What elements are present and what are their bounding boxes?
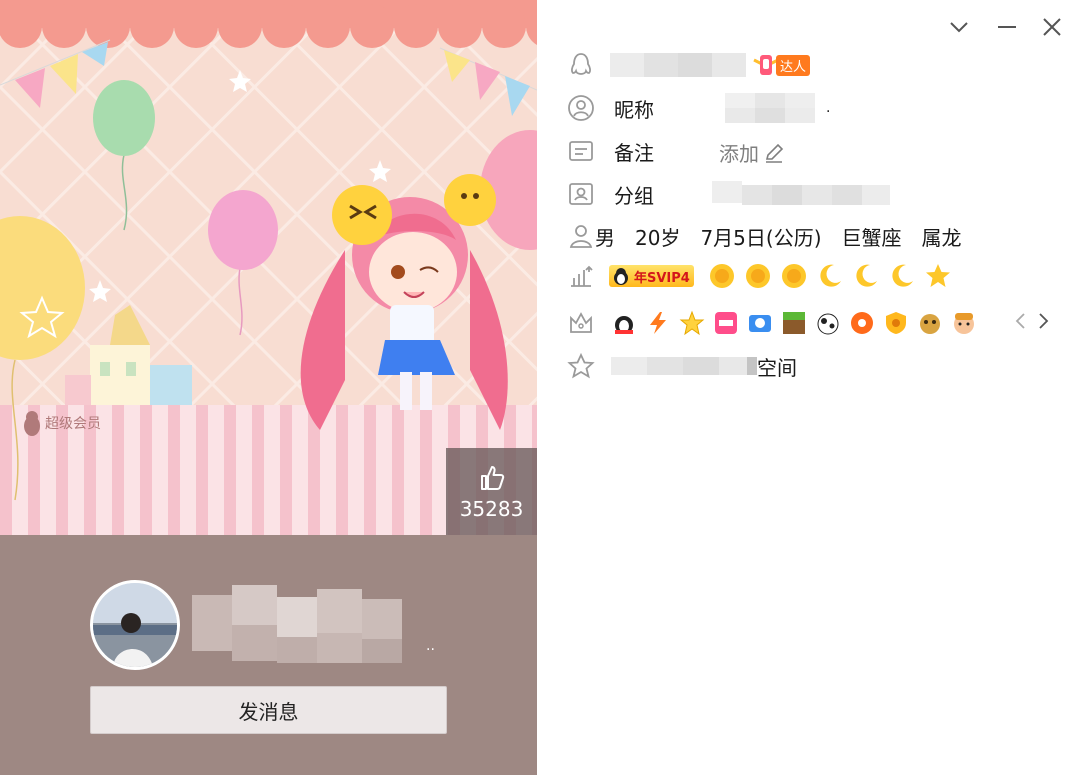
qzone-label: 空间 xyxy=(757,355,797,380)
star-icon xyxy=(925,264,950,287)
like-button[interactable]: 35283 xyxy=(446,448,537,535)
group-label: 分组 xyxy=(614,183,654,208)
svip-label: 年SVIP4 xyxy=(634,270,690,286)
age: 20岁 xyxy=(635,225,681,250)
account-row: 达人 xyxy=(567,47,811,83)
lightning-icon[interactable] xyxy=(645,310,671,336)
qzone-owner-mosaic xyxy=(611,357,757,375)
pet-icon[interactable] xyxy=(917,310,943,336)
profile-card: .. 发消息 xyxy=(0,535,537,775)
badges-row xyxy=(567,305,985,341)
chevron-right-icon[interactable] xyxy=(1034,310,1052,332)
expert-badge[interactable]: 达人 xyxy=(752,52,811,78)
nickname-overflow: . xyxy=(826,100,831,116)
service-badges xyxy=(611,310,985,336)
note-icon xyxy=(569,141,593,161)
like-count: 35283 xyxy=(459,497,524,521)
penguin-icon[interactable] xyxy=(611,310,637,336)
camera-icon[interactable] xyxy=(747,310,773,336)
moon-icon xyxy=(892,264,913,287)
contact-card-icon xyxy=(569,183,593,205)
moon-icon xyxy=(820,264,841,287)
profile-cover-panel: 超级会员 35283 .. 发消息 xyxy=(0,0,537,775)
super-member-mark: 超级会员 xyxy=(22,410,101,436)
minimize-icon[interactable] xyxy=(992,12,1022,42)
super-member-label: 超级会员 xyxy=(45,416,101,432)
zodiac: 巨蟹座 xyxy=(841,225,902,250)
svip-badge[interactable]: 年SVIP4 xyxy=(609,265,694,287)
chevron-down-icon[interactable] xyxy=(944,12,974,42)
group-row: 分组 xyxy=(567,176,890,212)
profile-info-panel: 达人 昵称 . 备注 添加 分组 男 20岁 7月5日(公历) 巨蟹座 属龙 年… xyxy=(537,0,1080,775)
sun-icon xyxy=(745,264,770,288)
nickname-mosaic xyxy=(725,93,815,123)
music-icon[interactable] xyxy=(849,310,875,336)
avatar[interactable] xyxy=(90,580,180,670)
expert-label: 达人 xyxy=(776,54,811,76)
gender: 男 xyxy=(595,225,615,250)
person-icon xyxy=(569,225,593,248)
name-overflow: .. xyxy=(426,638,435,654)
sun-icon xyxy=(709,264,734,288)
star-outline-icon xyxy=(567,352,595,379)
shield-icon[interactable] xyxy=(883,310,909,336)
cow-icon[interactable] xyxy=(815,310,841,336)
birthday: 7月5日(公历) xyxy=(700,225,822,250)
pencil-icon xyxy=(765,143,784,163)
chevron-left-icon[interactable] xyxy=(1012,310,1030,332)
grass-block-icon[interactable] xyxy=(781,310,807,336)
account-mosaic xyxy=(610,53,746,77)
close-icon[interactable] xyxy=(1037,12,1067,42)
name-mosaic xyxy=(192,585,402,663)
sun-icon xyxy=(781,264,806,288)
remark-label: 备注 xyxy=(614,140,654,165)
chinese-zodiac: 属龙 xyxy=(921,225,962,250)
nickname-label: 昵称 xyxy=(614,97,654,122)
penguin-icon xyxy=(571,53,591,75)
star-icon[interactable] xyxy=(679,310,705,336)
personal-info-row: 男 20岁 7月5日(公历) 巨蟹座 属龙 xyxy=(567,218,982,254)
avatar-photo xyxy=(93,583,177,667)
level-row: 年SVIP4 xyxy=(567,258,956,294)
nickname-row: 昵称 . xyxy=(567,90,830,126)
level-chart-icon xyxy=(571,265,593,287)
group-mosaic[interactable] xyxy=(712,179,890,209)
cover-image: 超级会员 35283 xyxy=(0,0,537,535)
send-message-button[interactable]: 发消息 xyxy=(90,686,447,734)
penguin-icon xyxy=(24,411,40,436)
crown-icon xyxy=(570,312,592,333)
add-remark-label: 添加 xyxy=(719,142,759,166)
app-icon[interactable] xyxy=(713,310,739,336)
thumbs-up-icon xyxy=(481,466,505,490)
moon-icon xyxy=(856,264,877,287)
level-icons[interactable]: 年SVIP4 xyxy=(609,262,956,290)
qzone-row[interactable]: 空间 xyxy=(567,348,797,384)
face-icon[interactable] xyxy=(951,310,977,336)
user-circle-icon xyxy=(568,95,594,121)
add-remark-link[interactable]: 添加 xyxy=(719,138,785,167)
remark-row: 备注 xyxy=(567,133,654,169)
penguin-icon xyxy=(614,268,628,285)
